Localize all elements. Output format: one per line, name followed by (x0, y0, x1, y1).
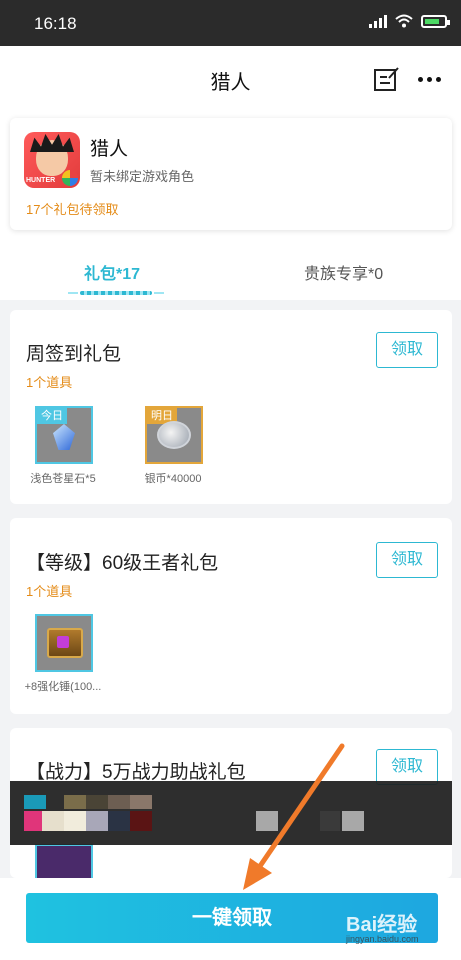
gift-title: 【战力】5万战力助战礼包 (26, 762, 246, 783)
pixelated-block (108, 795, 130, 809)
pixelated-block (64, 811, 86, 831)
pixelated-block (24, 795, 46, 809)
gift-card: 周签到礼包 1个道具 领取 今日 浅色苍星石*5 明日 银币*40000 (10, 310, 452, 504)
game-app-icon: HUNTER (24, 132, 80, 188)
gift-item-count: 1个道具 (26, 584, 73, 599)
pixelated-block (130, 811, 152, 831)
watermark-url: jingyan.baidu.com (346, 934, 419, 944)
pixelated-block (86, 811, 108, 831)
pixelated-block (42, 811, 64, 831)
status-icons (369, 14, 450, 28)
watermark-brand: Bai经验 (346, 914, 418, 936)
silver-coin-icon (157, 421, 191, 449)
game-name: 猎人 (90, 139, 129, 160)
game-icon-logo: HUNTER (26, 177, 56, 184)
gift-title: 周签到礼包 (26, 344, 122, 365)
status-time: 16:18 (34, 14, 77, 33)
item-thumbnail: 今日 (35, 406, 93, 464)
pixelated-block (86, 795, 108, 809)
claim-button[interactable]: 领取 (376, 332, 438, 368)
more-dots-icon[interactable] (418, 77, 441, 82)
item-thumbnail (35, 844, 93, 878)
tab-gifts[interactable]: 礼包*17 (84, 260, 140, 284)
tab-noble-exclusive[interactable]: 贵族专享*0 (304, 260, 383, 284)
item-label: 浅色苍星石*5 (30, 473, 96, 485)
platform-badge-icon (62, 170, 78, 186)
edit-note-icon[interactable] (373, 66, 399, 92)
pixelated-block (342, 811, 364, 831)
item-thumbnail (35, 614, 93, 672)
pixelated-block (320, 811, 340, 831)
gift-item[interactable]: 今日 浅色苍星石*5 (18, 406, 108, 496)
claim-button[interactable]: 领取 (376, 542, 438, 578)
battery-icon (421, 14, 450, 28)
gift-item[interactable]: +8强化锤(100... (18, 614, 108, 704)
tab-bar: 礼包*17 贵族专享*0 (0, 246, 461, 300)
wifi-icon (395, 14, 413, 28)
item-day-tag: 今日 (37, 408, 67, 424)
pixelated-block (64, 795, 86, 809)
treasure-chest-icon (47, 628, 83, 658)
overlay-toast (10, 781, 452, 845)
nav-bar: 猎人 (0, 46, 461, 110)
claim-button[interactable]: 领取 (376, 749, 438, 785)
pending-gifts-count: 17个礼包待领取 (26, 202, 119, 217)
gift-title: 【等级】60级王者礼包 (26, 553, 219, 574)
status-bar: 16:18 (0, 0, 461, 46)
pixelated-block (256, 811, 278, 831)
signal-icon (369, 14, 387, 28)
gift-item-count: 1个道具 (26, 375, 73, 390)
gift-card: 【等级】60级王者礼包 1个道具 领取 +8强化锤(100... (10, 518, 452, 714)
pixelated-block (130, 795, 152, 809)
bind-status: 暂未绑定游戏角色 (90, 169, 195, 184)
tab-active-indicator (68, 290, 164, 296)
game-card[interactable]: HUNTER 猎人 暂未绑定游戏角色 17个礼包待领取 (10, 118, 452, 230)
blue-gem-icon (53, 424, 75, 450)
pixelated-block (108, 811, 130, 831)
item-thumbnail: 明日 (145, 406, 203, 464)
item-label: 银币*40000 (144, 473, 202, 485)
item-label: +8强化锤(100... (24, 681, 102, 693)
gift-item[interactable]: 明日 银币*40000 (128, 406, 218, 496)
